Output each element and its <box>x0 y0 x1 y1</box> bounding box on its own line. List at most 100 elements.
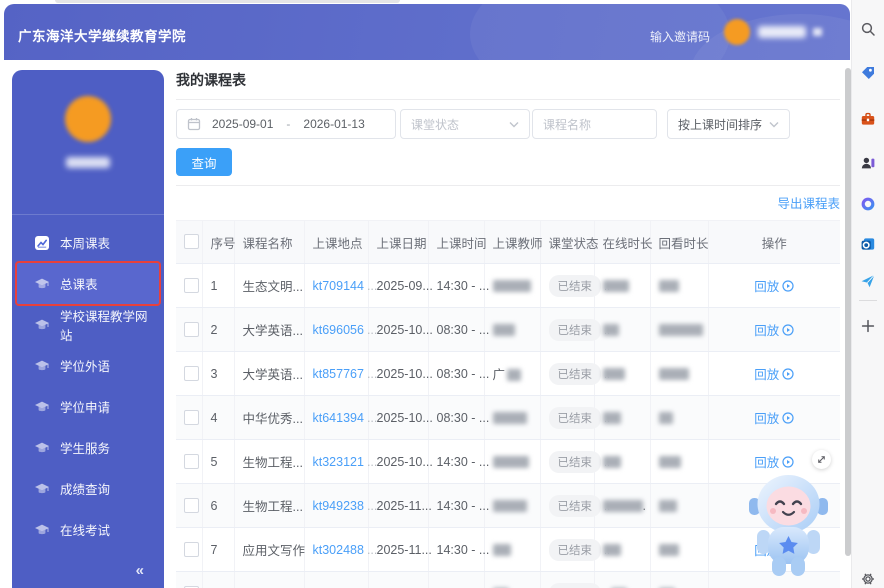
toolbox-icon[interactable] <box>859 110 877 128</box>
graduation-icon <box>34 399 50 415</box>
cell-value-partial: 广 <box>492 368 506 382</box>
play-circle-icon <box>782 367 794 380</box>
course-name-input[interactable]: 课程名称 <box>532 109 657 139</box>
classroom-link[interactable]: kt696056 <box>313 323 364 337</box>
robot-blush <box>770 508 776 514</box>
cell-course-name: 应用文写作 <box>234 527 305 572</box>
play-circle-icon <box>782 279 794 292</box>
sidebar-item-5[interactable]: 学生服务 <box>17 427 159 468</box>
cell-location: kt709144... <box>304 263 377 308</box>
sidebar-item-2[interactable]: 学校课程教学网站 <box>17 304 159 345</box>
cell-time: 08:30 - ... <box>428 307 489 352</box>
cell-date: 2025-11... <box>368 571 432 588</box>
row-checkbox[interactable] <box>184 453 199 469</box>
cell-location: kt323121... <box>304 439 377 484</box>
copilot-icon[interactable] <box>859 195 877 213</box>
sidebar-item-label: 在线考试 <box>60 524 111 538</box>
truncation-dots: ... <box>366 542 378 557</box>
cell-online-duration: . <box>594 483 651 528</box>
classroom-link[interactable]: kt857767 <box>313 367 364 381</box>
sidebar-collapse-button[interactable]: « <box>136 562 144 579</box>
redacted-value <box>602 279 629 292</box>
replay-link[interactable]: 回放 <box>754 584 794 588</box>
replay-link[interactable]: 回放 <box>754 320 794 339</box>
cell-date: 2025-11... <box>368 527 432 572</box>
cell-course-name: 大学英语... <box>234 351 305 396</box>
strip-divider <box>859 300 877 301</box>
chevron-down-icon <box>769 121 779 128</box>
cell-time: 14:30 - ... <box>428 439 489 484</box>
invite-code-button[interactable]: 输入邀请码 <box>650 28 710 45</box>
sidebar-item-3[interactable]: 学位外语 <box>17 345 159 386</box>
robot-leg <box>772 557 786 576</box>
cell-no: 3 <box>202 351 235 396</box>
cell-replay-duration <box>650 527 709 572</box>
cell-online-duration <box>594 307 651 352</box>
row-checkbox[interactable] <box>184 497 199 513</box>
sidebar-item-1-active[interactable]: 总课表 <box>17 263 159 304</box>
row-select-cell <box>176 439 203 484</box>
classroom-link[interactable]: kt709144 <box>313 279 364 293</box>
date-range-picker[interactable]: 2025-09-01 - 2026-01-13 <box>176 109 396 139</box>
cell-time: 14:30 - ... <box>428 571 489 588</box>
redacted-value <box>658 367 689 380</box>
classroom-link[interactable]: kt302488 <box>313 543 364 557</box>
redacted-value <box>658 499 677 512</box>
sidebar-item-7[interactable]: 在线考试 <box>17 509 159 550</box>
row-select-cell <box>176 527 203 572</box>
status-badge: 已结束 <box>548 582 601 588</box>
row-checkbox[interactable] <box>184 541 199 557</box>
mascot-robot[interactable] <box>742 464 836 578</box>
user-avatar[interactable] <box>724 19 750 45</box>
row-checkbox[interactable] <box>184 409 199 425</box>
classroom-link[interactable]: kt323121 <box>313 455 364 469</box>
replay-link[interactable]: 回放 <box>754 364 794 383</box>
row-checkbox[interactable] <box>184 321 199 337</box>
query-button[interactable]: 查询 <box>176 148 232 176</box>
sidebar-item-4[interactable]: 学位申请 <box>17 386 159 427</box>
user-menu-icon[interactable] <box>813 28 822 36</box>
cell-date: 2025-10... <box>368 439 433 484</box>
row-checkbox[interactable] <box>184 365 199 381</box>
classroom-link[interactable]: kt641394 <box>313 411 364 425</box>
redacted-value <box>658 411 673 424</box>
robot-leg <box>791 557 805 576</box>
classroom-link[interactable]: kt949238 <box>313 499 364 513</box>
status-badge: 已结束 <box>548 406 601 429</box>
contacts-icon[interactable] <box>859 154 877 172</box>
profile-avatar[interactable] <box>65 96 111 142</box>
outlook-icon[interactable] <box>859 235 877 253</box>
section-divider <box>176 185 840 186</box>
class-status-select[interactable]: 课堂状态 <box>400 109 530 139</box>
sidebar-item-label: 学校课程教学网站 <box>60 309 148 343</box>
redacted-value <box>492 279 531 292</box>
cell-status: 已结束.. <box>540 395 610 440</box>
date-start-value[interactable]: 2025-09-01 <box>212 117 273 131</box>
replay-link[interactable]: 回放 <box>754 276 794 295</box>
assistant-mascot <box>740 444 842 584</box>
sidebar-item-6[interactable]: 成绩查询 <box>17 468 159 509</box>
cell-teacher: 广 <box>484 351 541 396</box>
user-name-redacted <box>758 26 806 38</box>
sort-select[interactable]: 按上课时间排序 <box>667 109 790 139</box>
row-checkbox[interactable] <box>184 277 199 293</box>
cell-replay-duration <box>650 571 709 588</box>
robot-face <box>766 486 811 526</box>
date-end-value[interactable]: 2026-01-13 <box>303 117 364 131</box>
redacted-value <box>492 455 529 468</box>
cell-replay-duration <box>650 307 709 352</box>
select-all-checkbox[interactable] <box>184 234 199 249</box>
table-header-row: 序号 课程名称 上课地点 上课日期 上课时间 上课教师 课堂状态 在线时长 回看时长 操作 <box>176 220 840 264</box>
cell-replay-duration <box>650 351 709 396</box>
settings-icon[interactable] <box>859 570 877 588</box>
sidebar-item-0[interactable]: 本周课表 <box>17 222 159 263</box>
send-icon[interactable] <box>859 272 877 290</box>
graduation-icon <box>34 317 50 333</box>
row-select-cell <box>176 571 203 588</box>
export-schedule-link[interactable]: 导出课程表 <box>777 197 840 211</box>
add-icon[interactable] <box>859 317 877 335</box>
cell-status: 已结束.. <box>540 571 601 588</box>
tag-icon[interactable] <box>859 64 877 82</box>
replay-link[interactable]: 回放 <box>754 408 794 427</box>
search-icon[interactable] <box>859 20 877 38</box>
